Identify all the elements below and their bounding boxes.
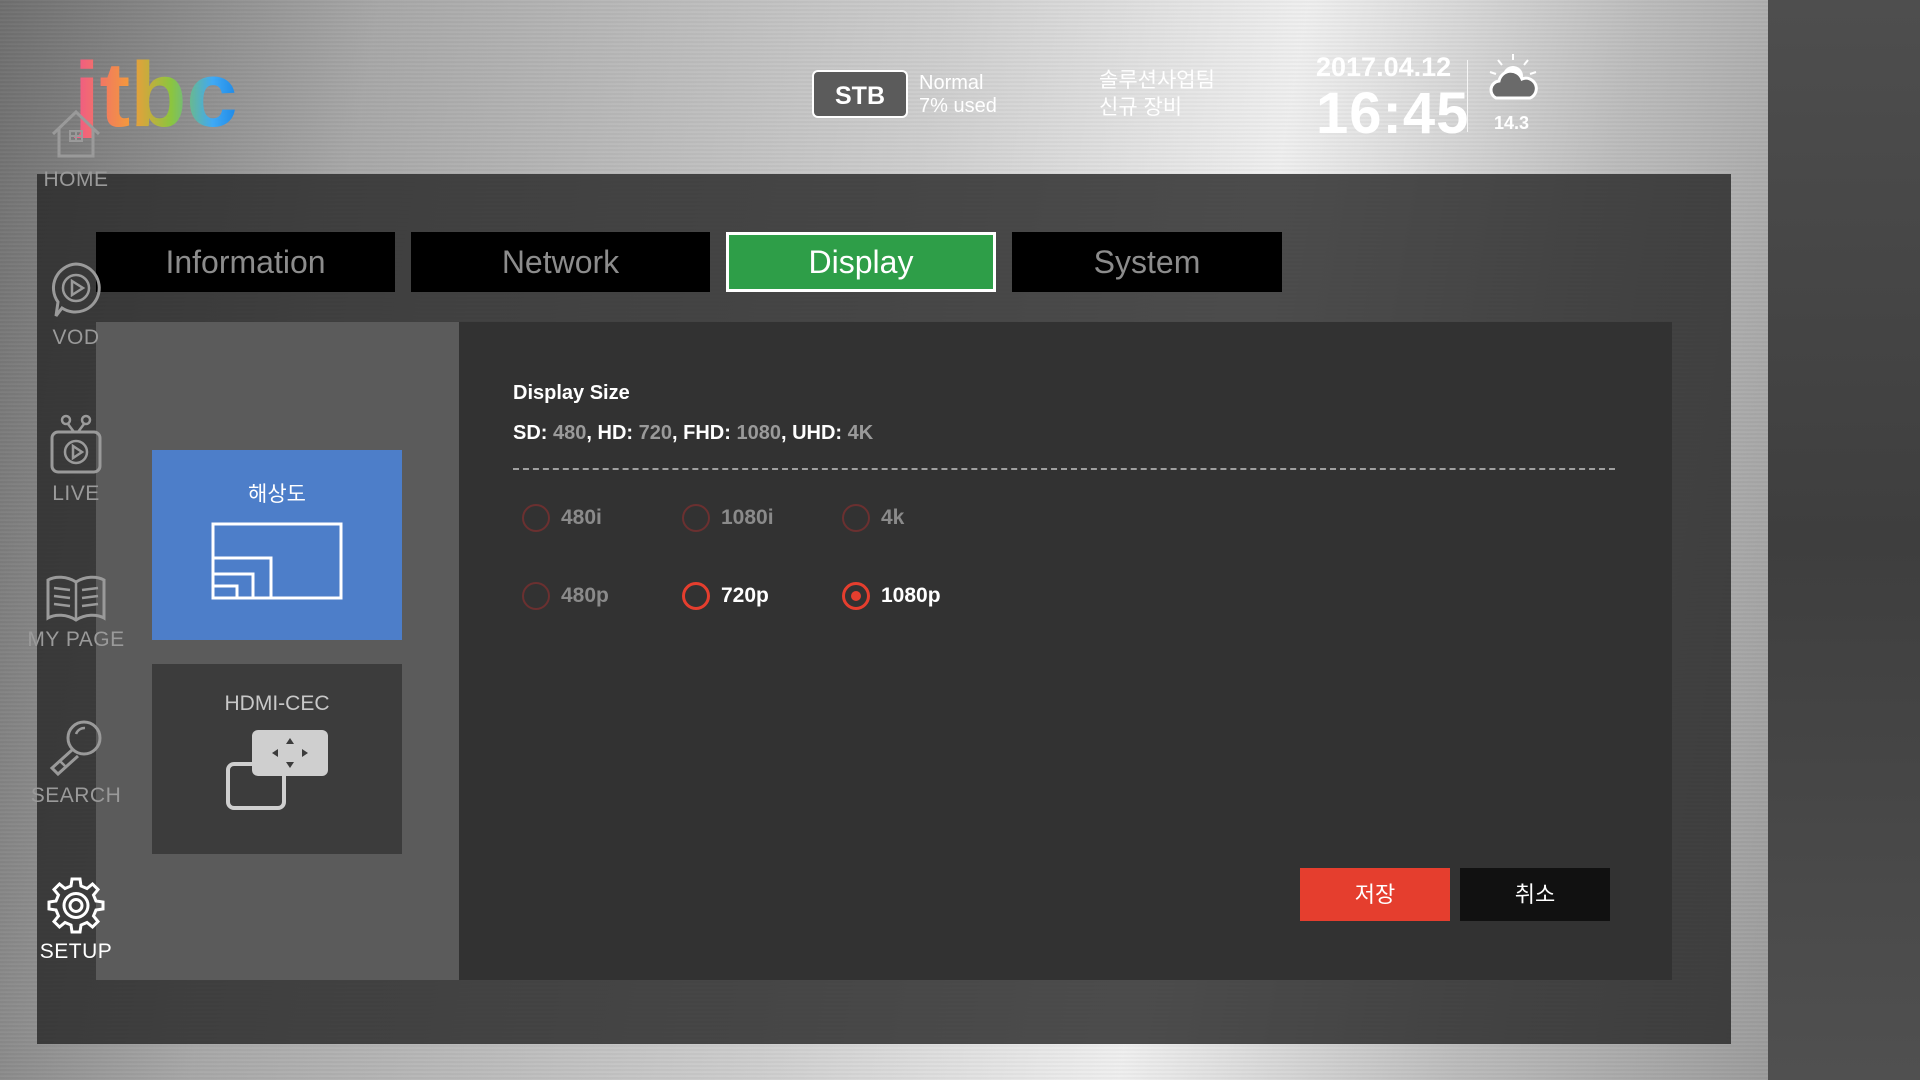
radio-circle [522, 582, 550, 610]
display-size-legend: SD: 480, HD: 720, FHD: 1080, UHD: 4K [513, 422, 874, 444]
radio-4k[interactable]: 4k [842, 502, 904, 534]
book-icon [46, 575, 106, 622]
device-type-badge: STB [812, 70, 908, 118]
hd-label: HD: [597, 422, 634, 444]
cloud-sun-icon [1489, 54, 1538, 100]
radio-circle [682, 582, 710, 610]
status-state: Normal [919, 72, 984, 94]
radio-circle [682, 504, 710, 532]
tab-network[interactable]: Network [411, 232, 710, 292]
save-button[interactable]: 저장 [1300, 868, 1450, 921]
tab-system[interactable]: System [1012, 232, 1282, 292]
home-icon [51, 109, 101, 158]
radio-480p[interactable]: 480p [522, 580, 609, 612]
radio-1080p[interactable]: 1080p [842, 580, 941, 612]
radio-label: 480p [561, 584, 609, 607]
status-usage: 7% used [919, 95, 997, 117]
current-date: 2017.04.12 [1316, 52, 1452, 82]
live-tv-icon [50, 414, 102, 474]
sidebar-item-setup[interactable]: SETUP [0, 876, 152, 964]
radio-label: 480i [561, 506, 602, 529]
storage-status: Normal 7% used [919, 72, 997, 118]
submenu-hdmi-cec-label: HDMI-CEC [224, 692, 330, 715]
resolution-icon [211, 522, 343, 600]
sidebar-label: VOD [52, 326, 100, 349]
radio-1080i[interactable]: 1080i [682, 502, 774, 534]
uhd-label: UHD: [792, 422, 843, 444]
search-icon [49, 720, 102, 777]
radio-480i[interactable]: 480i [522, 502, 602, 534]
sidebar-item-live[interactable]: LIVE [0, 414, 152, 506]
tab-display[interactable]: Display [726, 232, 996, 292]
current-time: 16:45 [1316, 81, 1470, 146]
radio-circle [842, 582, 870, 610]
submenu-resolution[interactable]: 해상도 [152, 450, 402, 640]
sidebar-item-home[interactable]: HOME [0, 106, 152, 192]
header-divider [1467, 60, 1468, 132]
fhd-value: 1080 [736, 422, 781, 444]
sd-value: 480 [553, 422, 587, 444]
sidebar-label: LIVE [52, 482, 100, 505]
sidebar-label: SETUP [39, 940, 113, 963]
vod-icon [51, 262, 101, 317]
gear-icon [47, 877, 105, 934]
hd-value: 720 [638, 422, 672, 444]
submenu-hdmi-cec[interactable]: HDMI-CEC [152, 664, 402, 854]
submenu-resolution-label: 해상도 [248, 483, 306, 506]
sidebar-item-mypage[interactable]: MY PAGE [0, 574, 152, 652]
cancel-button[interactable]: 취소 [1460, 868, 1610, 921]
hdmi-cec-icon [226, 730, 328, 810]
fhd-label: FHD: [683, 422, 731, 444]
sidebar-label: HOME [43, 168, 109, 191]
uhd-value: 4K [847, 422, 874, 444]
display-size-title: Display Size [513, 382, 630, 404]
radio-circle [842, 504, 870, 532]
radio-circle [522, 504, 550, 532]
radio-720p[interactable]: 720p [682, 580, 769, 612]
dashed-divider [513, 468, 1615, 470]
sidebar-label: SEARCH [30, 784, 122, 807]
sidebar-item-vod[interactable]: VOD [0, 260, 152, 350]
department-name: 솔루션사업팀 [1099, 69, 1215, 92]
radio-label: 1080p [881, 584, 941, 607]
department-info: 솔루션사업팀 신규 장비 [1099, 67, 1215, 121]
radio-label: 720p [721, 584, 769, 607]
right-sidebar [1768, 0, 1920, 1080]
sd-label: SD: [513, 422, 548, 444]
sidebar-item-search[interactable]: SEARCH [0, 718, 152, 808]
radio-label: 1080i [721, 506, 774, 529]
temperature: 14.3 [1494, 113, 1530, 133]
device-label: 신규 장비 [1099, 96, 1183, 119]
sidebar-label: MY PAGE [27, 628, 125, 651]
radio-label: 4k [881, 506, 905, 529]
